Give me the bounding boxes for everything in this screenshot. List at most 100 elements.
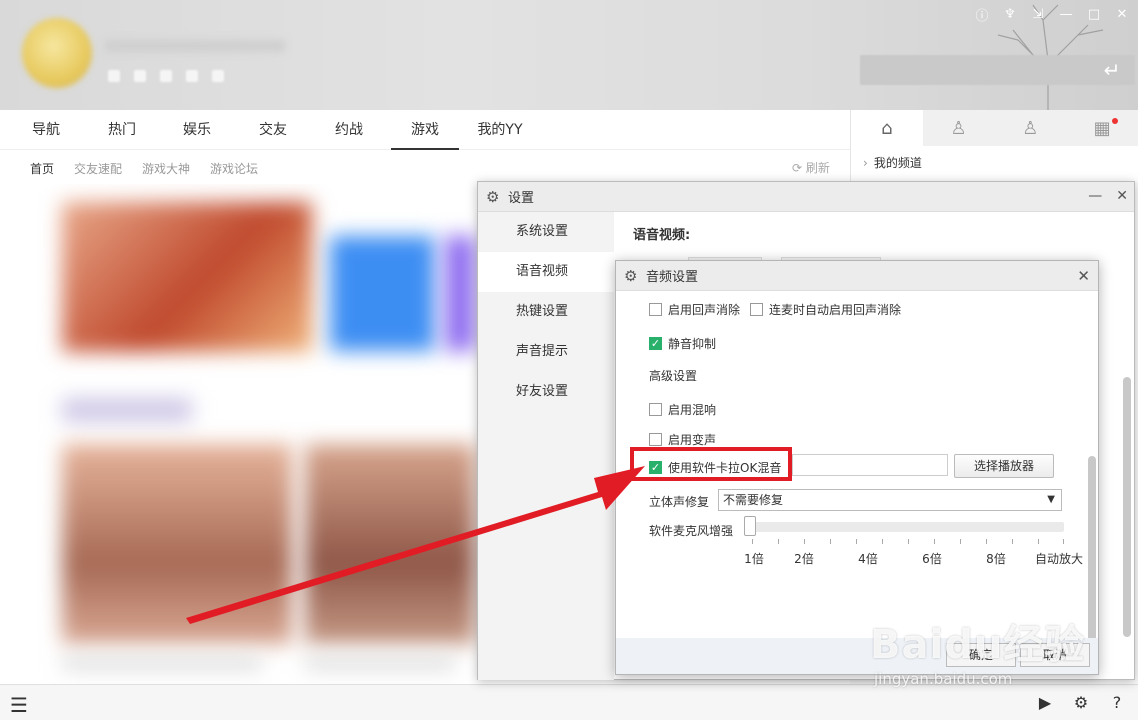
tick-label: 自动放大 bbox=[1034, 552, 1084, 566]
status-icon[interactable] bbox=[134, 70, 146, 82]
friends-icon[interactable]: ♙ bbox=[995, 110, 1067, 146]
subnav-forum[interactable]: 游戏论坛 bbox=[210, 160, 258, 177]
status-icon[interactable] bbox=[212, 70, 224, 82]
status-icon[interactable] bbox=[108, 70, 120, 82]
subnav-match[interactable]: 交友速配 bbox=[74, 160, 122, 177]
mic-boost-slider-thumb[interactable] bbox=[744, 516, 756, 536]
shrink-icon[interactable]: ⇲ bbox=[1030, 6, 1046, 22]
auto-echo-label: 连麦时自动启用回声消除 bbox=[769, 303, 902, 317]
nav-item-games[interactable]: 游戏 bbox=[391, 110, 459, 150]
streamer-thumbnail[interactable] bbox=[62, 444, 292, 644]
username-blurred bbox=[105, 40, 285, 52]
stereo-fix-row: 立体声修复 bbox=[649, 493, 709, 510]
promo-tile[interactable] bbox=[330, 236, 435, 351]
echo-cancel-label: 启用回声消除 bbox=[668, 303, 741, 317]
my-channel-item[interactable]: › 我的频道 bbox=[851, 146, 1138, 179]
app-header: ↵ ⓘ ♆ ⇲ — □ ✕ bbox=[0, 0, 1138, 110]
apps-icon[interactable]: ▦ bbox=[1066, 110, 1138, 146]
settings-scrollbar[interactable] bbox=[1123, 377, 1131, 637]
nav-item-guide[interactable]: 导航 bbox=[16, 110, 76, 150]
tick bbox=[908, 539, 909, 544]
minimize-icon[interactable]: — bbox=[1058, 6, 1074, 22]
menu-icon[interactable]: ☰ bbox=[10, 693, 28, 717]
streamer-thumbnail[interactable] bbox=[305, 444, 475, 644]
thumbnail-caption-blurred bbox=[62, 656, 262, 670]
echo-cancel-checkbox[interactable] bbox=[649, 303, 662, 316]
promo-tile[interactable] bbox=[445, 236, 475, 351]
mute-suppress-row: ✓ 静音抑制 bbox=[649, 335, 716, 352]
subnav-game-gods[interactable]: 游戏大神 bbox=[142, 160, 190, 177]
close-icon[interactable]: ✕ bbox=[1116, 188, 1128, 204]
sidebar-item-hotkeys[interactable]: 热键设置 bbox=[478, 292, 614, 332]
stereo-fix-select[interactable]: 不需要修复 ▼ bbox=[718, 489, 1062, 511]
nav-item-entertainment[interactable]: 娱乐 bbox=[167, 110, 227, 150]
tick bbox=[882, 539, 883, 544]
voice-change-checkbox[interactable] bbox=[649, 433, 662, 446]
tick bbox=[778, 539, 779, 544]
refresh-label: 刷新 bbox=[805, 161, 830, 175]
settings-titlebar[interactable]: ⚙ 设置 bbox=[478, 182, 1134, 212]
choose-player-button[interactable]: 选择播放器 bbox=[954, 454, 1054, 478]
status-icon[interactable] bbox=[160, 70, 172, 82]
voice-change-row: 启用变声 bbox=[649, 431, 716, 448]
watermark-url: jingyan.baidu.com bbox=[874, 670, 1013, 688]
audio-titlebar[interactable]: ⚙ 音频设置 bbox=[616, 261, 1098, 291]
reverb-checkbox[interactable] bbox=[649, 403, 662, 416]
status-icons bbox=[108, 70, 224, 82]
section-title: 语音视频: bbox=[633, 228, 691, 243]
stereo-fix-label: 立体声修复 bbox=[649, 495, 710, 509]
user-icon[interactable]: ♙ bbox=[923, 110, 995, 146]
nav-item-hot[interactable]: 热门 bbox=[92, 110, 152, 150]
help-icon[interactable]: ? bbox=[1106, 691, 1128, 713]
sidebar-item-system[interactable]: 系统设置 bbox=[478, 212, 614, 252]
tick bbox=[960, 539, 961, 544]
audio-title: 音频设置 bbox=[646, 270, 699, 285]
sidebar-item-friends[interactable]: 好友设置 bbox=[478, 372, 614, 412]
refresh-button[interactable]: ⟳ 刷新 bbox=[792, 159, 830, 176]
mic-boost-row: 软件麦克风增强 bbox=[649, 522, 733, 539]
tick bbox=[1012, 539, 1013, 544]
maximize-icon[interactable]: □ bbox=[1086, 6, 1102, 22]
refresh-icon: ⟳ bbox=[792, 161, 803, 175]
main-nav: 导航 热门 娱乐 交友 约战 游戏 我的YY bbox=[0, 110, 850, 150]
settings-icon[interactable]: ⚙ bbox=[1070, 691, 1092, 713]
skin-icon[interactable]: ♆ bbox=[1002, 6, 1018, 22]
mute-suppress-checkbox[interactable]: ✓ bbox=[649, 337, 662, 350]
search-input[interactable] bbox=[860, 55, 1135, 85]
info-icon[interactable]: ⓘ bbox=[974, 6, 990, 24]
avatar[interactable] bbox=[22, 18, 92, 88]
mic-boost-label: 软件麦克风增强 bbox=[649, 524, 734, 538]
video-icon[interactable]: ▶ bbox=[1034, 691, 1056, 713]
enter-icon[interactable]: ↵ bbox=[1100, 58, 1124, 82]
echo-cancel-row: 启用回声消除 连麦时自动启用回声消除 bbox=[649, 301, 901, 318]
auto-echo-checkbox[interactable] bbox=[750, 303, 764, 316]
banner-image[interactable] bbox=[62, 202, 312, 352]
player-path-field[interactable] bbox=[792, 454, 948, 476]
mic-boost-ticks bbox=[752, 539, 1064, 545]
gear-icon: ⚙ bbox=[486, 187, 500, 206]
status-icon[interactable] bbox=[186, 70, 198, 82]
right-panel-tabs: ⌂ ♙ ♙ ▦ bbox=[851, 110, 1138, 146]
bottom-icons: ▶ ⚙ ? bbox=[1034, 691, 1128, 713]
close-icon[interactable]: ✕ bbox=[1077, 267, 1090, 285]
mic-boost-slider[interactable] bbox=[746, 522, 1064, 532]
tick-label: 4倍 bbox=[858, 552, 878, 566]
sidebar-item-voice-video[interactable]: 语音视频 bbox=[478, 252, 614, 292]
settings-sidebar: 系统设置 语音视频 热键设置 声音提示 好友设置 bbox=[478, 212, 614, 680]
reverb-row: 启用混响 bbox=[649, 401, 716, 418]
minimize-icon[interactable]: — bbox=[1088, 188, 1102, 204]
baidu-watermark: Baidu经验 jingyan.baidu.com bbox=[870, 600, 1110, 690]
watermark-brand: Baidu经验 bbox=[870, 622, 1086, 668]
tick-label: 6倍 bbox=[922, 552, 942, 566]
tick bbox=[1063, 539, 1064, 544]
tick-label: 8倍 bbox=[986, 552, 1006, 566]
tick bbox=[1038, 539, 1039, 544]
nav-item-battle[interactable]: 约战 bbox=[319, 110, 379, 150]
tick bbox=[856, 539, 857, 544]
home-icon[interactable]: ⌂ bbox=[851, 110, 923, 146]
nav-item-social[interactable]: 交友 bbox=[243, 110, 303, 150]
subnav-home[interactable]: 首页 bbox=[30, 160, 54, 177]
close-icon[interactable]: ✕ bbox=[1114, 6, 1130, 22]
nav-item-my-yy[interactable]: 我的YY bbox=[470, 110, 530, 150]
sidebar-item-sound-alerts[interactable]: 声音提示 bbox=[478, 332, 614, 372]
